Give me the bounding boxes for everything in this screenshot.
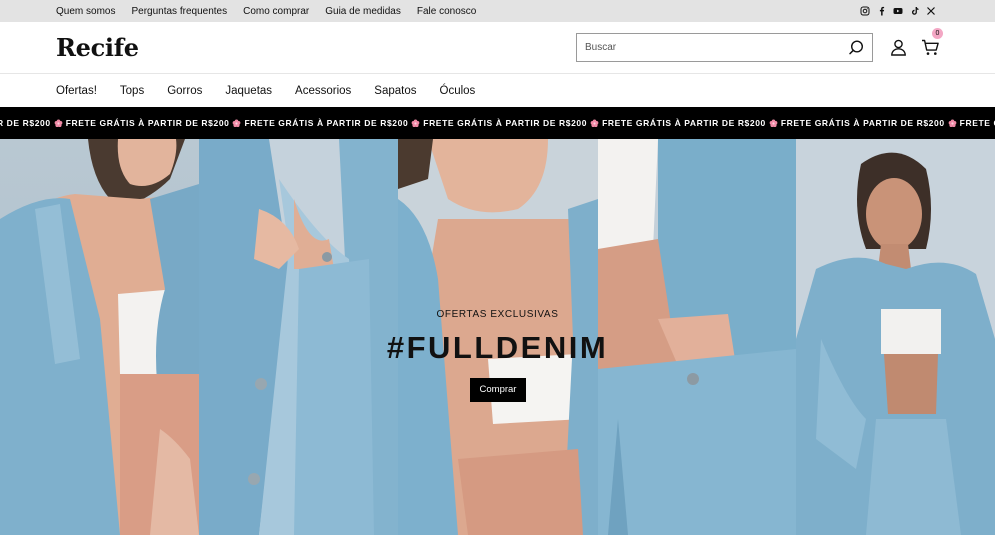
flower-icon <box>233 119 241 127</box>
hero-photo-5 <box>796 139 995 535</box>
hero-photo-3 <box>398 139 598 535</box>
utility-links: Quem somos Perguntas frequentes Como com… <box>56 0 492 22</box>
search-input[interactable] <box>577 34 827 61</box>
instagram-icon[interactable] <box>859 5 871 17</box>
marquee-text: FRETE GRÁTIS À PARTIR DE R$200 <box>65 118 230 128</box>
hero-photo-4 <box>598 139 796 535</box>
marquee-text: FRETE GRÁTIS À PARTIR DE R$200 <box>423 118 588 128</box>
hero-photo-2 <box>199 139 398 535</box>
top-utility-bar: Quem somos Perguntas frequentes Como com… <box>0 0 995 22</box>
flower-icon <box>590 119 599 127</box>
link-como-comprar[interactable]: Como comprar <box>243 6 309 17</box>
link-guia-de-medidas[interactable]: Guia de medidas <box>325 6 401 17</box>
youtube-icon[interactable] <box>892 5 904 17</box>
nav-item-oculos[interactable]: Óculos <box>440 85 476 97</box>
link-quem-somos[interactable]: Quem somos <box>56 6 115 17</box>
nav-item-tops[interactable]: Tops <box>120 85 144 97</box>
comprar-button[interactable]: Comprar <box>470 378 526 402</box>
nav-item-jaquetas[interactable]: Jaquetas <box>225 85 272 97</box>
link-fale-conosco[interactable]: Fale conosco <box>417 6 476 17</box>
marquee-text: FRETE GRÁTIS À PARTIR DE R$200 <box>959 118 995 128</box>
nav-item-ofertas[interactable]: Ofertas! <box>56 85 97 97</box>
flower-icon <box>769 119 778 127</box>
free-shipping-marquee: IR DE R$200 FRETE GRÁTIS À PARTIR DE R$2… <box>0 107 995 139</box>
main-header: Recife 0 <box>0 22 995 74</box>
site-logo[interactable]: Recife <box>56 33 139 62</box>
marquee-text: IR DE R$200 <box>0 118 51 128</box>
marquee-track: IR DE R$200 FRETE GRÁTIS À PARTIR DE R$2… <box>0 107 995 139</box>
flower-icon <box>948 119 957 127</box>
nav-item-gorros[interactable]: Gorros <box>167 85 202 97</box>
nav-item-acessorios[interactable]: Acessorios <box>295 85 351 97</box>
nav-item-sapatos[interactable]: Sapatos <box>374 85 416 97</box>
tiktok-icon[interactable] <box>909 5 921 17</box>
user-account-icon[interactable] <box>890 39 907 56</box>
cart-count-badge: 0 <box>932 28 943 39</box>
hero-photo-1 <box>0 139 199 535</box>
x-icon[interactable] <box>925 5 937 17</box>
flower-icon <box>54 119 63 127</box>
cart-icon[interactable] <box>921 39 940 56</box>
marquee-text: FRETE GRÁTIS À PARTIR DE R$200 <box>780 118 945 128</box>
facebook-icon[interactable] <box>876 5 888 17</box>
marquee-text: FRETE GRÁTIS À PARTIR DE R$200 <box>602 118 766 128</box>
hero-banner: OFERTAS EXCLUSIVAS #FULLDENIM Comprar <box>0 139 995 535</box>
main-navigation: Ofertas! Tops Gorros Jaquetas Acessorios… <box>0 74 995 107</box>
social-links <box>855 0 938 22</box>
search-icon[interactable] <box>848 39 865 56</box>
marquee-text: FRETE GRÁTIS À PARTIR DE R$200 <box>244 118 409 128</box>
flower-icon <box>411 119 420 127</box>
search-box <box>576 33 873 62</box>
link-perguntas-frequentes[interactable]: Perguntas frequentes <box>131 6 227 17</box>
